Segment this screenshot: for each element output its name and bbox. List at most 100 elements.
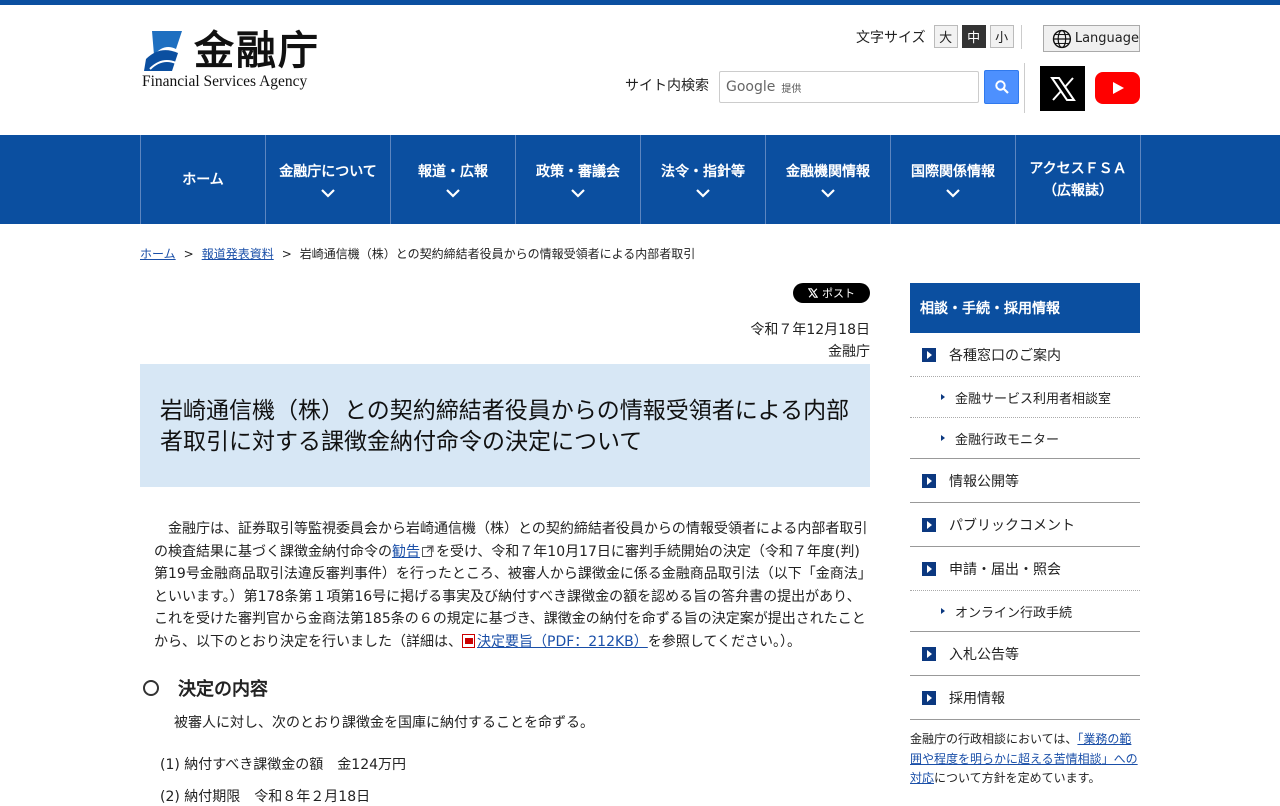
chevron-down-icon <box>446 189 460 198</box>
globe-icon <box>1052 29 1072 48</box>
nav-label: ホーム <box>182 171 224 188</box>
publish-date: 令和７年12月18日 <box>750 322 870 338</box>
font-size-large-button[interactable]: 大 <box>933 25 958 48</box>
payment-deadline: (2) 納付期限 令和８年２月18日 <box>160 789 371 805</box>
sidebar-subitem-label: 金融サービス利用者相談室 <box>955 391 1112 407</box>
nav-label: 国際関係情報 <box>911 164 995 180</box>
nav-label: 金融機関情報 <box>786 164 870 180</box>
body-text-segment: を参照してください。）。 <box>647 633 801 650</box>
font-size-medium-button[interactable]: 中 <box>961 25 986 48</box>
title-box: 岩崎通信機（株）との契約締結者役員からの情報受領者による内部者取引に対する課徴金… <box>140 364 870 487</box>
sidebar-item-label: 入札公告等 <box>949 646 1019 663</box>
font-size-small-button[interactable]: 小 <box>989 25 1014 48</box>
breadcrumb-current: 岩崎通信機（株）との契約締結者役員からの情報受領者による内部者取引 <box>299 247 696 261</box>
external-link-icon <box>422 545 434 557</box>
fsa-emblem-icon <box>144 31 182 71</box>
youtube-play-icon <box>1112 82 1124 94</box>
google-label: Google <box>726 79 776 95</box>
sidebar-item-recruitment[interactable]: 採用情報 <box>910 676 1140 720</box>
sidebar-item-contact[interactable]: 各種窓口のご案内 <box>910 333 1140 377</box>
header-divider <box>1021 25 1022 49</box>
page-title: 岩崎通信機（株）との契約締結者役員からの情報受領者による内部者取引に対する課徴金… <box>160 398 850 455</box>
sidebar-item-label: 申請・届出・照会 <box>949 561 1061 578</box>
pdf-summary-link[interactable]: 決定要旨（PDF：212KB） <box>477 634 648 650</box>
sidebar-heading: 相談・手続・採用情報 <box>910 283 1140 333</box>
x-post-button[interactable]: ポスト <box>793 283 870 303</box>
note-text: 金融庁の行政相談においては、 <box>910 732 1078 746</box>
arrow-square-icon <box>922 690 936 705</box>
sidebar-item-label: 採用情報 <box>949 690 1005 707</box>
font-size-switcher: 文字サイズ 大 中 小 <box>856 25 1014 48</box>
order-paragraph: 被審人に対し、次のとおり課徴金を国庫に納付することを命ずる。 <box>174 715 594 731</box>
nav-item-international[interactable]: 国際関係情報 <box>891 135 1016 224</box>
sidebar-subitem-monitor[interactable]: 金融行政モニター <box>910 418 1140 459</box>
publish-info: 令和７年12月18日 金融庁 <box>750 319 870 363</box>
google-provided-label: 提供 <box>781 83 802 95</box>
sidebar-note: 金融庁の行政相談においては、「業務の範囲や程度を明らかに超える苦情相談」への対応… <box>910 720 1140 789</box>
recommendation-link[interactable]: 勧告 <box>392 544 420 560</box>
site-search-input[interactable]: Google 提供 <box>719 71 979 103</box>
sidebar-subitem-consultation[interactable]: 金融サービス利用者相談室 <box>910 377 1140 418</box>
nav-label: 報道・広報 <box>418 164 488 180</box>
sidebar-item-label: 各種窓口のご案内 <box>949 347 1061 364</box>
sidebar-item-tenders[interactable]: 入札公告等 <box>910 632 1140 676</box>
arrow-square-icon <box>922 517 936 532</box>
site-search-label: サイト内検索 <box>625 78 709 94</box>
nav-item-policy[interactable]: 政策・審議会 <box>516 135 641 224</box>
language-label: Language <box>1074 31 1139 46</box>
nav-item-home[interactable]: ホーム <box>141 135 266 224</box>
sidebar-item-applications[interactable]: 申請・届出・照会 <box>910 547 1140 591</box>
youtube-link[interactable] <box>1095 72 1140 104</box>
breadcrumb-home-link[interactable]: ホーム <box>140 247 176 261</box>
nav-item-press[interactable]: 報道・広報 <box>391 135 516 224</box>
sidebar-subitem-label: 金融行政モニター <box>955 432 1060 448</box>
global-navigation: ホーム 金融庁について 報道・広報 政策・審議会 法令・指針等 金融機関情報 国… <box>0 135 1280 224</box>
post-label: ポスト <box>822 287 855 300</box>
breadcrumb-separator: > <box>183 247 194 261</box>
nav-label: アクセスＦＳＡ <box>1029 160 1127 177</box>
note-text: について方針を定めています。 <box>934 771 1101 785</box>
nav-item-access-fsa[interactable]: アクセスＦＳＡ （広報誌） <box>1016 135 1141 224</box>
nav-label: 政策・審議会 <box>536 164 620 180</box>
sidebar-item-disclosure[interactable]: 情報公開等 <box>910 459 1140 503</box>
font-size-label: 文字サイズ <box>856 29 926 46</box>
fsa-logo[interactable]: 金融庁 Financial Services Agency <box>142 27 342 95</box>
language-button[interactable]: Language <box>1043 25 1140 52</box>
breadcrumb-separator: > <box>281 247 292 261</box>
x-logo-icon <box>808 288 818 298</box>
nav-item-about[interactable]: 金融庁について <box>266 135 391 224</box>
sidebar-subitem-online[interactable]: オンライン行政手続 <box>910 591 1140 632</box>
triangle-bullet-icon <box>941 608 945 614</box>
nav-label: 金融庁について <box>279 164 377 180</box>
arrow-square-icon <box>922 347 936 362</box>
site-header: 金融庁 Financial Services Agency 文字サイズ 大 中 … <box>0 5 1280 135</box>
sidebar: 相談・手続・採用情報 各種窓口のご案内 金融サービス利用者相談室 金融行政モニタ… <box>910 283 1140 789</box>
logo-english-text: Financial Services Agency <box>142 73 308 90</box>
search-button[interactable] <box>984 70 1019 104</box>
nav-item-institutions[interactable]: 金融機関情報 <box>766 135 891 224</box>
logo-japanese-text: 金融庁 <box>194 27 320 74</box>
nav-sublabel: （広報誌） <box>1043 182 1113 199</box>
sidebar-item-label: パブリックコメント <box>949 517 1075 534</box>
arrow-square-icon <box>922 646 936 661</box>
chevron-down-icon <box>571 189 585 198</box>
x-logo-icon <box>1049 76 1076 101</box>
search-icon <box>994 80 1009 94</box>
chevron-down-icon <box>946 189 960 198</box>
breadcrumb: ホーム > 報道発表資料 > 岩崎通信機（株）との契約締結者役員からの情報受領者による内… <box>140 245 695 262</box>
sidebar-item-public-comment[interactable]: パブリックコメント <box>910 503 1140 547</box>
breadcrumb-press-link[interactable]: 報道発表資料 <box>202 247 274 261</box>
nav-label: 法令・指針等 <box>661 164 745 180</box>
nav-item-laws[interactable]: 法令・指針等 <box>641 135 766 224</box>
section-heading: 決定の内容 <box>143 675 268 701</box>
x-twitter-link[interactable] <box>1040 66 1085 111</box>
triangle-bullet-icon <box>941 435 945 441</box>
body-paragraph: 金融庁は、証券取引等監視委員会から岩崎通信機（株）との契約締結者役員からの情報受… <box>154 518 870 653</box>
chevron-down-icon <box>321 189 335 198</box>
section-title: 決定の内容 <box>178 679 268 700</box>
arrow-square-icon <box>922 473 936 488</box>
sidebar-subitem-label: オンライン行政手続 <box>955 605 1073 621</box>
header-divider <box>1024 63 1025 113</box>
penalty-amount: (1) 納付すべき課徴金の額 金124万円 <box>160 757 407 773</box>
circle-bullet-icon <box>143 680 159 696</box>
